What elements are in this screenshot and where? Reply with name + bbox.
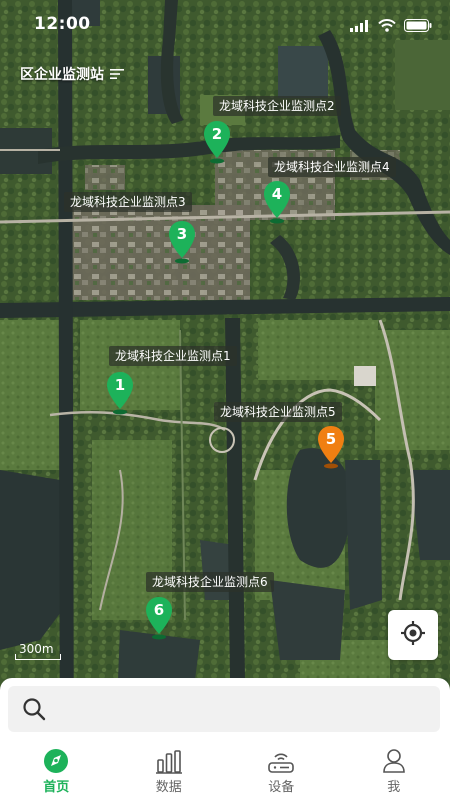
tab-bar: 首页 数据 设备 我 bbox=[0, 744, 450, 800]
marker-label-6: 龙域科技企业监测点6 bbox=[146, 572, 274, 592]
filter-list-icon bbox=[110, 65, 124, 84]
map-pin-4[interactable]: 4 bbox=[262, 180, 292, 224]
marker-label-3: 龙域科技企业监测点3 bbox=[64, 192, 192, 212]
search-bar[interactable] bbox=[8, 686, 440, 732]
station-filter-label: 区企业监测站 bbox=[20, 67, 104, 83]
router-device-icon bbox=[267, 744, 295, 774]
user-icon bbox=[382, 744, 406, 774]
status-time: 12:00 bbox=[34, 14, 91, 34]
pin-number: 3 bbox=[176, 225, 188, 243]
map-pin-2[interactable]: 2 bbox=[202, 120, 232, 164]
tab-label: 设备 bbox=[268, 780, 295, 795]
marker-label-2: 龙域科技企业监测点2 bbox=[213, 96, 341, 116]
wifi-icon bbox=[378, 17, 396, 36]
map-pin-5[interactable]: 5 bbox=[316, 425, 346, 469]
map-scale: 300m bbox=[15, 640, 61, 660]
tab-label: 我 bbox=[387, 780, 401, 795]
tab-label: 首页 bbox=[43, 780, 70, 795]
pin-number: 1 bbox=[114, 376, 126, 394]
search-input[interactable] bbox=[58, 694, 432, 726]
tab-me[interactable]: 我 bbox=[338, 744, 450, 800]
tab-data[interactable]: 数据 bbox=[113, 744, 226, 800]
status-icons bbox=[350, 17, 432, 36]
pin-number: 6 bbox=[153, 601, 165, 619]
map-pin-1[interactable]: 1 bbox=[105, 371, 135, 415]
pin-number: 4 bbox=[271, 185, 283, 203]
station-filter-button[interactable]: 区企业监测站 bbox=[20, 64, 124, 84]
battery-icon bbox=[404, 17, 432, 36]
search-icon bbox=[22, 697, 46, 725]
pin-number: 5 bbox=[325, 430, 337, 448]
bar-chart-icon bbox=[155, 744, 182, 774]
map-pin-6[interactable]: 6 bbox=[144, 596, 174, 640]
marker-label-1: 龙域科技企业监测点1 bbox=[109, 346, 237, 366]
tab-home[interactable]: 首页 bbox=[0, 744, 113, 800]
status-bar: 12:00 bbox=[0, 0, 450, 50]
bottom-sheet: 首页 数据 设备 我 bbox=[0, 678, 450, 800]
home-compass-icon bbox=[43, 744, 69, 774]
pin-number: 2 bbox=[211, 125, 223, 143]
locate-button[interactable] bbox=[388, 610, 438, 660]
marker-label-5: 龙域科技企业监测点5 bbox=[214, 402, 342, 422]
tab-device[interactable]: 设备 bbox=[225, 744, 338, 800]
scale-bar bbox=[15, 654, 61, 660]
signal-icon bbox=[350, 17, 370, 36]
tab-label: 数据 bbox=[155, 780, 182, 795]
map-pin-3[interactable]: 3 bbox=[167, 220, 197, 264]
marker-label-4: 龙域科技企业监测点4 bbox=[268, 157, 396, 177]
crosshair-icon bbox=[400, 620, 426, 650]
